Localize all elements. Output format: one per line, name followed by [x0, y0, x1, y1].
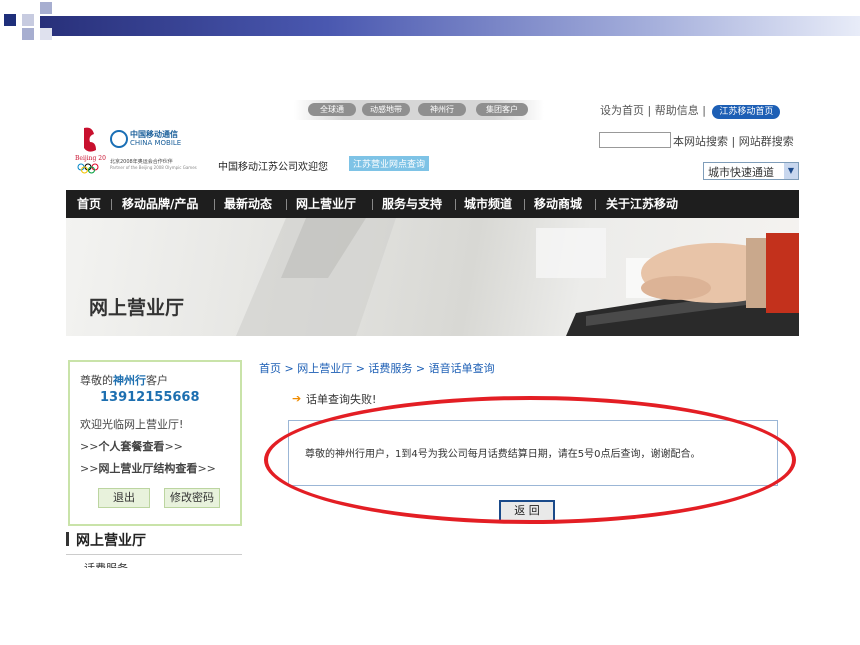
slide-deco-square — [22, 14, 34, 26]
tab-shenzhouxing[interactable]: 神州行 — [418, 103, 466, 116]
nav-online-hall[interactable]: 网上营业厅 — [296, 190, 356, 218]
search-links: 本网站搜索 | 网站群搜索 — [673, 135, 794, 148]
change-password-button[interactable]: 修改密码 — [164, 488, 220, 508]
package-link-suffix: >> — [164, 440, 183, 453]
package-link-label: 个人套餐查看 — [98, 440, 165, 453]
tab-dongganzone[interactable]: 动感地带 — [362, 103, 410, 116]
structure-link-prefix: >> — [80, 462, 99, 475]
olympic-partner-text-en: Partner of the Beijing 2008 Olympic Game… — [110, 165, 197, 170]
slide-deco-square — [22, 28, 34, 40]
svg-text:Beijing 2008: Beijing 2008 — [75, 155, 106, 162]
greeting: 尊敬的神州行客户 — [80, 372, 168, 388]
slide-deco-square — [4, 14, 16, 26]
nav-news[interactable]: 最新动态 — [224, 190, 272, 218]
structure-link-label: 网上营业厅结构查看 — [98, 462, 198, 475]
nav-service[interactable]: 服务与支持 — [382, 190, 442, 218]
nav-brands[interactable]: 移动品牌/产品 — [122, 190, 198, 218]
olympic-partner-text: 北京2008年奥运会合作伙伴 — [110, 159, 173, 165]
main-nav: 首页 移动品牌/产品 最新动态 网上营业厅 服务与支持 城市频道 移动商城 关于… — [66, 190, 799, 218]
help-link[interactable]: 帮助信息 — [655, 104, 699, 117]
china-mobile-icon — [110, 130, 128, 148]
group-search-link[interactable]: 网站群搜索 — [739, 135, 794, 148]
nav-about[interactable]: 关于江苏移动 — [606, 190, 678, 218]
greeting-prefix: 尊敬的 — [80, 374, 113, 387]
brand-name: 神州行 — [113, 374, 146, 387]
query-fail-text: 话单查询失败! — [306, 393, 377, 406]
site-search-link[interactable]: 本网站搜索 — [673, 135, 728, 148]
banner-title: 网上营业厅 — [89, 297, 185, 319]
nav-home[interactable]: 首页 — [77, 190, 101, 218]
user-panel: 尊敬的神州行客户 13912155668 欢迎光临网上营业厅! >>个人套餐查看… — [68, 360, 242, 526]
top-links: 设为首页 | 帮助信息 | 江苏移动首页 — [600, 102, 781, 119]
tab-quanqiutong[interactable]: 全球通 — [308, 103, 356, 116]
tab-group-customer[interactable]: 集团客户 — [476, 103, 528, 116]
phone-number: 13912155668 — [100, 390, 200, 405]
welcome-text: 中国移动江苏公司欢迎您 — [218, 162, 328, 173]
brand-tabs: 全球通 动感地带 神州行 集团客户 — [294, 100, 544, 120]
slide-deco-square — [40, 28, 52, 40]
sidebar-section-title: 网上营业厅 — [76, 533, 146, 549]
arrow-right-icon: ➔ — [292, 392, 302, 405]
greeting-suffix: 客户 — [146, 374, 168, 387]
slide-top-bar — [40, 16, 860, 36]
section-title-bar — [66, 532, 69, 546]
breadcrumb[interactable]: 首页 > 网上营业厅 > 话费服务 > 语音话单查询 — [259, 360, 495, 376]
set-home-link[interactable]: 设为首页 — [600, 104, 644, 117]
logout-button[interactable]: 退出 — [98, 488, 150, 508]
sidebar-item-billing[interactable]: 话费服务 — [84, 560, 128, 568]
city-quick-select[interactable]: 城市快速通道 ▼ — [703, 162, 799, 180]
nav-city[interactable]: 城市频道 — [464, 190, 512, 218]
structure-link[interactable]: >>网上营业厅结构查看>> — [80, 460, 216, 476]
outlet-query-button[interactable]: 江苏营业网点查询 — [349, 156, 430, 171]
highlight-ellipse — [264, 396, 796, 524]
chevron-down-icon[interactable]: ▼ — [784, 163, 798, 179]
welcome-msg: 欢迎光临网上营业厅! — [80, 418, 184, 431]
package-link-prefix: >> — [80, 440, 99, 453]
slide-deco-square — [40, 2, 52, 14]
china-mobile-en: CHINA MOBILE — [130, 139, 182, 147]
nav-mall[interactable]: 移动商城 — [534, 190, 582, 218]
site-search-input[interactable] — [599, 132, 671, 148]
city-select-value: 城市快速通道 — [708, 166, 774, 179]
hero-banner: 网上营业厅 — [66, 218, 799, 336]
jiangsu-home-button[interactable]: 江苏移动首页 — [712, 105, 781, 119]
package-link[interactable]: >>个人套餐查看>> — [80, 438, 183, 454]
divider — [66, 554, 242, 555]
structure-link-suffix: >> — [197, 462, 216, 475]
beijing2008-logo: Beijing 2008 — [75, 127, 106, 174]
